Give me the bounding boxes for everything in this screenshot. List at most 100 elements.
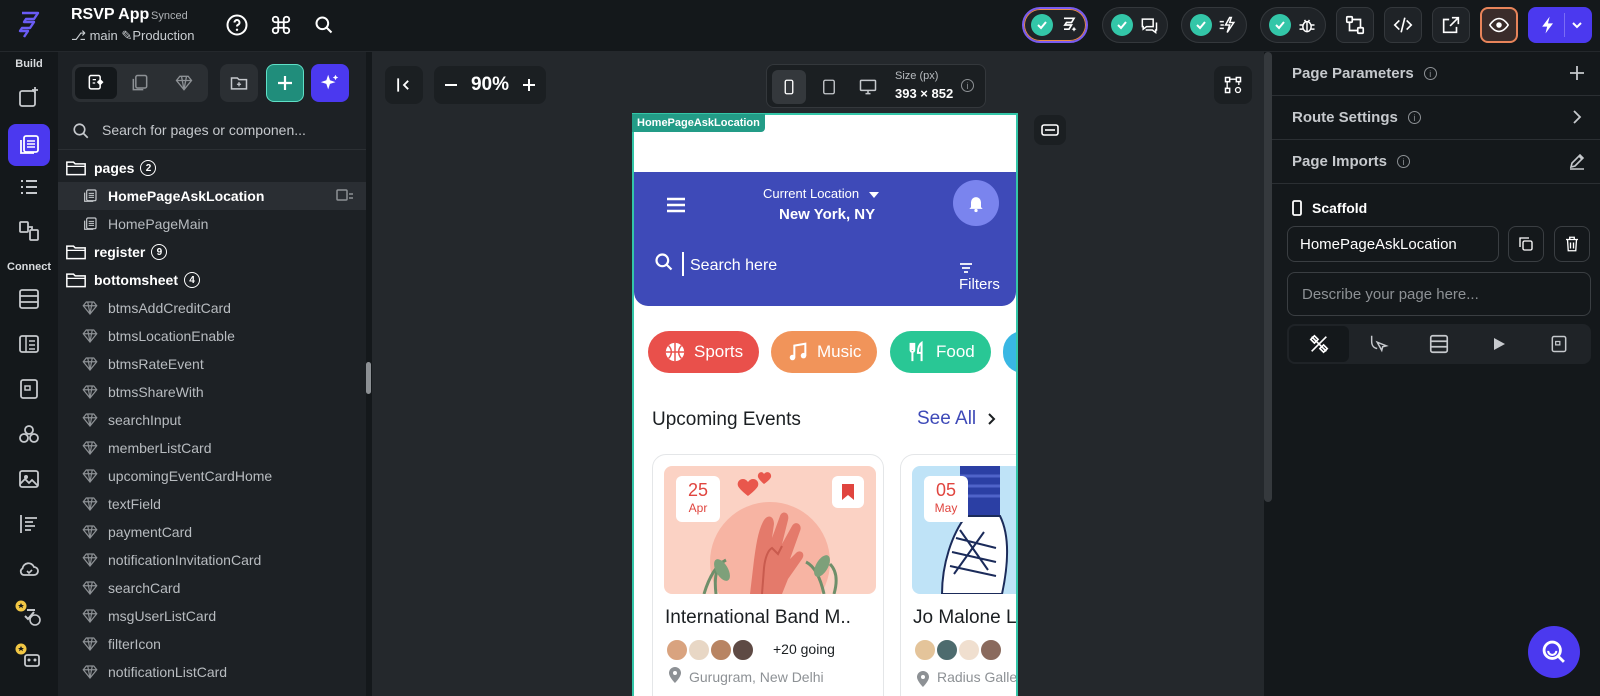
category-chip-music[interactable]: Music bbox=[771, 331, 878, 373]
add-page-button[interactable] bbox=[266, 64, 304, 102]
phone-preview[interactable]: Current Location New York, NY Search her… bbox=[632, 113, 1018, 696]
rail-app-values[interactable] bbox=[12, 327, 46, 361]
collapse-panel-button[interactable] bbox=[385, 66, 423, 104]
keyboard-button[interactable] bbox=[1034, 115, 1066, 145]
pencil-icon[interactable] bbox=[1568, 152, 1586, 170]
flutterflow-logo-icon[interactable] bbox=[14, 9, 46, 41]
tab-properties[interactable] bbox=[1289, 326, 1349, 362]
tree-item-HomePageMain[interactable]: HomePageMain bbox=[58, 210, 366, 238]
page-search-bar[interactable]: Search for pages or componen... bbox=[58, 112, 366, 150]
device-tablet-button[interactable] bbox=[812, 70, 846, 104]
notifications-button[interactable] bbox=[953, 180, 999, 226]
chevron-right-icon[interactable] bbox=[1568, 108, 1586, 126]
tree-item-btmsAddCreditCard[interactable]: btmsAddCreditCard bbox=[58, 294, 366, 322]
actions-status-pill[interactable] bbox=[1181, 7, 1247, 43]
run-test-button[interactable] bbox=[1528, 7, 1592, 43]
command-icon[interactable] bbox=[268, 12, 294, 38]
device-desktop-button[interactable] bbox=[851, 70, 885, 104]
tree-item-upcomingEventCardHome[interactable]: upcomingEventCardHome bbox=[58, 462, 366, 490]
rail-page-selector[interactable] bbox=[8, 124, 50, 166]
tab-page-file[interactable] bbox=[1529, 326, 1589, 362]
help-search-button[interactable] bbox=[1528, 626, 1580, 678]
tree-folder-pages[interactable]: pages 2 bbox=[58, 154, 366, 182]
canvas-scrollbar[interactable] bbox=[1264, 52, 1272, 502]
page-name-input[interactable]: HomePageAskLocation bbox=[1287, 226, 1499, 262]
ai-gen-status-pill[interactable] bbox=[1022, 7, 1088, 43]
rail-integrations[interactable] bbox=[12, 417, 46, 451]
info-icon[interactable]: i bbox=[1407, 111, 1421, 124]
search-icon[interactable] bbox=[311, 12, 337, 38]
category-chip-food[interactable]: Food bbox=[890, 331, 991, 373]
event-card[interactable]: 05 May Jo Malone Lo Radius Galle bbox=[900, 454, 1016, 696]
tab-components[interactable] bbox=[119, 67, 161, 99]
tree-folder-register[interactable]: register 9 bbox=[58, 238, 366, 266]
info-icon[interactable]: i bbox=[961, 79, 974, 92]
help-icon[interactable] bbox=[224, 12, 250, 38]
category-chip-partial[interactable] bbox=[1003, 331, 1016, 373]
tree-item-notificationListCard[interactable]: notificationListCard bbox=[58, 658, 366, 686]
tree-item-filterIcon[interactable]: filterIcon bbox=[58, 630, 366, 658]
delete-page-button[interactable] bbox=[1554, 226, 1590, 262]
page-description-input[interactable]: Describe your page here... bbox=[1287, 272, 1591, 316]
event-search-input[interactable]: Search here bbox=[690, 257, 777, 275]
rail-add-page[interactable] bbox=[12, 80, 46, 114]
view-code-button[interactable] bbox=[1384, 7, 1422, 43]
route-settings-section[interactable]: Route Settings i bbox=[1272, 96, 1600, 140]
info-icon[interactable]: i bbox=[1397, 155, 1411, 168]
chevron-down-icon[interactable] bbox=[1571, 19, 1583, 31]
device-phone-button[interactable] bbox=[772, 70, 806, 104]
see-all-link[interactable]: See All bbox=[917, 408, 997, 430]
category-chip-sports[interactable]: Sports bbox=[648, 331, 760, 373]
open-external-button[interactable] bbox=[1432, 7, 1470, 43]
zoom-in-button[interactable] bbox=[522, 78, 536, 92]
page-parameters-section[interactable]: Page Parameters i bbox=[1272, 52, 1600, 96]
rail-widget-tree[interactable] bbox=[12, 170, 46, 204]
tree-item-paymentCard[interactable]: paymentCard bbox=[58, 518, 366, 546]
event-card[interactable]: 25 Apr International Band M.. +20 going … bbox=[652, 454, 884, 696]
menu-icon[interactable] bbox=[665, 196, 687, 214]
canvas-settings-button[interactable] bbox=[1214, 66, 1252, 104]
duplicate-page-button[interactable] bbox=[1508, 226, 1544, 262]
ai-generate-button[interactable] bbox=[311, 64, 349, 102]
tab-actions[interactable] bbox=[1349, 326, 1409, 362]
rail-agents[interactable] bbox=[12, 640, 46, 674]
comments-status-pill[interactable] bbox=[1102, 7, 1168, 43]
rail-storyboard[interactable] bbox=[12, 214, 46, 248]
new-folder-button[interactable] bbox=[220, 64, 258, 102]
tree-item-btmsLocationEnable[interactable]: btmsLocationEnable bbox=[58, 322, 366, 350]
rail-testing[interactable] bbox=[12, 597, 46, 631]
tree-item-textField[interactable]: textField bbox=[58, 490, 366, 518]
filters-button[interactable]: Filters bbox=[959, 259, 1016, 293]
tree-item-btmsShareWith[interactable]: btmsShareWith bbox=[58, 378, 366, 406]
tab-animations[interactable] bbox=[1469, 326, 1529, 362]
tree-item-memberListCard[interactable]: memberListCard bbox=[58, 434, 366, 462]
page-imports-section[interactable]: Page Imports i bbox=[1272, 140, 1600, 184]
info-icon[interactable]: i bbox=[1423, 67, 1437, 80]
rail-media-assets[interactable] bbox=[12, 462, 46, 496]
tree-item-btmsRateEvent[interactable]: btmsRateEvent bbox=[58, 350, 366, 378]
rail-theme[interactable] bbox=[12, 507, 46, 541]
tree-item-searchInput[interactable]: searchInput bbox=[58, 406, 366, 434]
bookmark-button[interactable] bbox=[832, 476, 864, 508]
tab-library[interactable] bbox=[163, 67, 205, 99]
tab-pages[interactable] bbox=[75, 67, 117, 99]
zoom-out-button[interactable] bbox=[444, 78, 458, 92]
tree-folder-bottomsheet[interactable]: bottomsheet 4 bbox=[58, 266, 366, 294]
rail-custom-code[interactable] bbox=[12, 372, 46, 406]
rail-cloud-functions[interactable] bbox=[12, 552, 46, 586]
search-input[interactable]: Search for pages or componen... bbox=[102, 122, 306, 138]
tree-item-HomePageAskLocation[interactable]: HomePageAskLocation bbox=[58, 182, 366, 210]
branching-button[interactable] bbox=[1336, 7, 1374, 43]
zoom-level[interactable]: 90% bbox=[471, 74, 509, 96]
left-panel-scrollbar[interactable] bbox=[366, 362, 371, 394]
plus-icon[interactable] bbox=[1568, 64, 1586, 82]
preview-button[interactable] bbox=[1480, 7, 1518, 43]
tree-item-msgUserListCard[interactable]: msgUserListCard bbox=[58, 602, 366, 630]
current-location-label[interactable]: Current Location bbox=[763, 186, 879, 201]
page-options-icon[interactable] bbox=[336, 188, 354, 204]
rail-firestore[interactable] bbox=[12, 282, 46, 316]
tab-backend-query[interactable] bbox=[1409, 326, 1469, 362]
debug-status-pill[interactable] bbox=[1260, 7, 1326, 43]
branch-info[interactable]: ⎇ main ✎Production bbox=[71, 28, 194, 44]
tree-item-searchCard[interactable]: searchCard bbox=[58, 574, 366, 602]
